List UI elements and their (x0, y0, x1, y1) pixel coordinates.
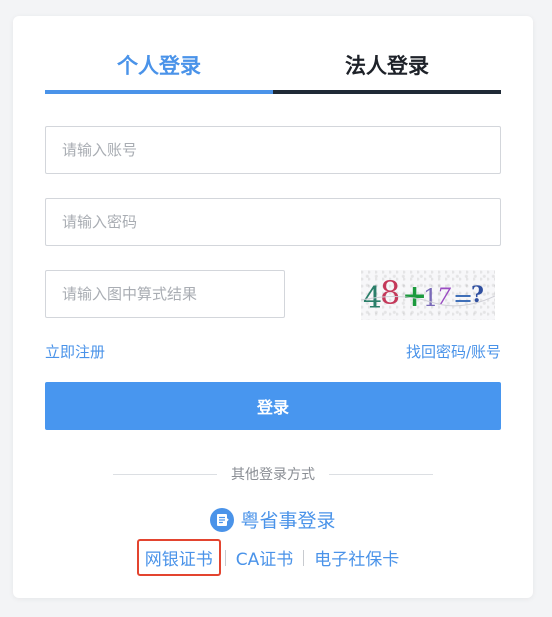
captcha-char-8: 8 (380, 274, 400, 312)
forgot-password-link[interactable]: 找回密码/账号 (406, 341, 501, 362)
tab-legal-login[interactable]: 法人登录 (273, 48, 501, 94)
yss-login-label: 粤省事登录 (240, 510, 336, 532)
other-methods-divider: 其他登录方式 (113, 464, 433, 484)
ca-certificate-link[interactable]: CA证书 (226, 545, 304, 570)
document-icon (210, 507, 235, 532)
login-tabs: 个人登录 法人登录 (45, 48, 501, 94)
tab-personal-label: 个人登录 (117, 54, 201, 78)
captcha-input[interactable] (45, 270, 285, 318)
yss-login-button[interactable]: 粤省事登录 (13, 506, 533, 533)
captcha-graphic: 4 8 + 1 7 = ? (360, 274, 496, 316)
other-methods-label: 其他登录方式 (231, 467, 315, 483)
social-security-card-link[interactable]: 电子社保卡 (304, 545, 409, 570)
captcha-image[interactable]: 4 8 + 1 7 = ? (360, 270, 496, 320)
captcha-char-1: 1 (423, 284, 438, 312)
divider-line-right (329, 473, 433, 475)
captcha-char-7: 7 (437, 285, 451, 310)
tab-legal-label: 法人登录 (345, 54, 429, 78)
tab-personal-login[interactable]: 个人登录 (45, 48, 273, 94)
bank-certificate-link[interactable]: 网银证书 (136, 539, 221, 576)
tab-legal-underline (273, 90, 501, 94)
password-input[interactable] (45, 198, 501, 246)
login-card: 个人登录 法人登录 4 8 + 1 7 = ? 立即注册 找回密码/账号 登录 … (13, 16, 533, 598)
register-link[interactable]: 立即注册 (45, 341, 105, 362)
account-input[interactable] (45, 126, 501, 174)
divider-line-left (113, 473, 217, 475)
login-button[interactable]: 登录 (45, 382, 501, 430)
login-methods: 网银证书 CA证书 电子社保卡 (13, 539, 533, 576)
tab-personal-underline (45, 90, 273, 94)
